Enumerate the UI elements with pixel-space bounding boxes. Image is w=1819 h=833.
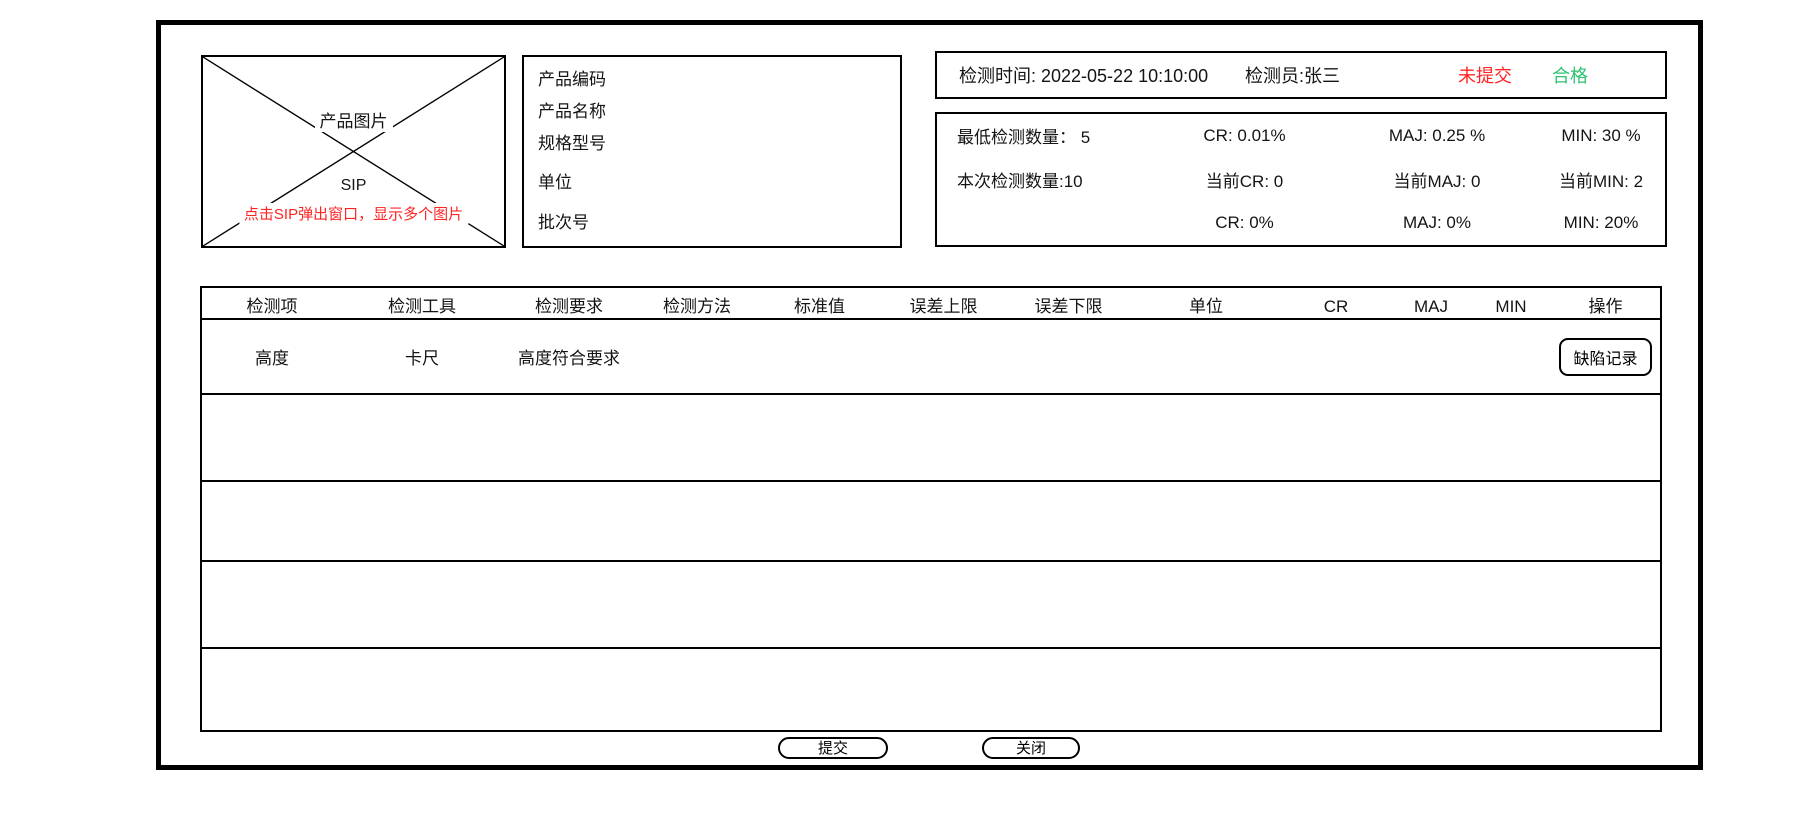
min-rate-stat: MIN: 20% (1537, 213, 1665, 233)
min-qty-stat: 最低检测数量： 5 (937, 123, 1152, 148)
table-empty-row (202, 482, 1660, 562)
table-row: 高度 卡尺 高度符合要求 缺陷记录 (202, 320, 1660, 395)
product-image-label: 产品图片 (315, 107, 393, 132)
inspection-stats-panel: 最低检测数量： 5 CR: 0.01% MAJ: 0.25 % MIN: 30 … (935, 112, 1667, 247)
close-button[interactable]: 关闭 (982, 737, 1080, 759)
col-header-item: 检测项 (202, 292, 342, 318)
inspection-items-table: 检测项 检测工具 检测要求 检测方法 标准值 误差上限 误差下限 单位 CR M… (200, 286, 1662, 732)
current-cr-stat: 当前CR: 0 (1152, 167, 1337, 192)
inspection-header-bar: 检测时间: 2022-05-22 10:10:00 检测员:张三 未提交 合格 (935, 51, 1667, 99)
submit-button[interactable]: 提交 (778, 737, 888, 759)
col-header-min: MIN (1471, 297, 1551, 318)
current-min-stat: 当前MIN: 2 (1537, 167, 1665, 192)
inspector-text: 检测员:张三 (1245, 62, 1340, 88)
cell-requirement: 高度符合要求 (502, 344, 636, 369)
col-header-lower-limit: 误差下限 (1006, 292, 1131, 318)
product-info-panel: 产品编码 产品名称 规格型号 单位 批次号 (522, 55, 902, 248)
maj-limit-stat: MAJ: 0.25 % (1337, 126, 1537, 146)
col-header-unit: 单位 (1131, 292, 1281, 318)
cell-tool: 卡尺 (342, 344, 502, 369)
product-code-label: 产品编码 (538, 65, 606, 90)
col-header-method: 检测方法 (636, 292, 758, 318)
col-header-requirement: 检测要求 (502, 292, 636, 318)
col-header-upper-limit: 误差上限 (881, 292, 1006, 318)
maj-rate-stat: MAJ: 0% (1337, 213, 1537, 233)
sip-link[interactable]: SIP (336, 177, 372, 195)
col-header-tool: 检测工具 (342, 292, 502, 318)
submit-status-badge: 未提交 (1458, 62, 1512, 88)
batch-number-label: 批次号 (538, 208, 589, 233)
inspection-time-text: 检测时间: 2022-05-22 10:10:00 (959, 62, 1208, 88)
col-header-cr: CR (1281, 297, 1391, 318)
product-image-placeholder[interactable]: 产品图片 SIP 点击SIP弹出窗口，显示多个图片 (201, 55, 506, 248)
col-header-action: 操作 (1551, 292, 1660, 318)
col-header-standard: 标准值 (758, 292, 881, 318)
table-empty-row (202, 562, 1660, 649)
table-header-row: 检测项 检测工具 检测要求 检测方法 标准值 误差上限 误差下限 单位 CR M… (202, 288, 1660, 320)
defect-record-button[interactable]: 缺陷记录 (1559, 338, 1651, 376)
col-header-maj: MAJ (1391, 297, 1471, 318)
spec-model-label: 规格型号 (538, 129, 606, 154)
min-limit-stat: MIN: 30 % (1537, 126, 1665, 146)
table-empty-row (202, 395, 1660, 482)
cell-item: 高度 (202, 344, 342, 369)
current-maj-stat: 当前MAJ: 0 (1337, 167, 1537, 192)
sip-hint-text: 点击SIP弹出窗口，显示多个图片 (239, 203, 468, 224)
unit-label: 单位 (538, 168, 572, 193)
table-empty-row (202, 649, 1660, 730)
cr-rate-stat: CR: 0% (1152, 213, 1337, 233)
product-name-label: 产品名称 (538, 97, 606, 122)
current-qty-stat: 本次检测数量:10 (937, 167, 1152, 192)
cr-limit-stat: CR: 0.01% (1152, 126, 1337, 146)
result-status-badge: 合格 (1552, 62, 1588, 88)
